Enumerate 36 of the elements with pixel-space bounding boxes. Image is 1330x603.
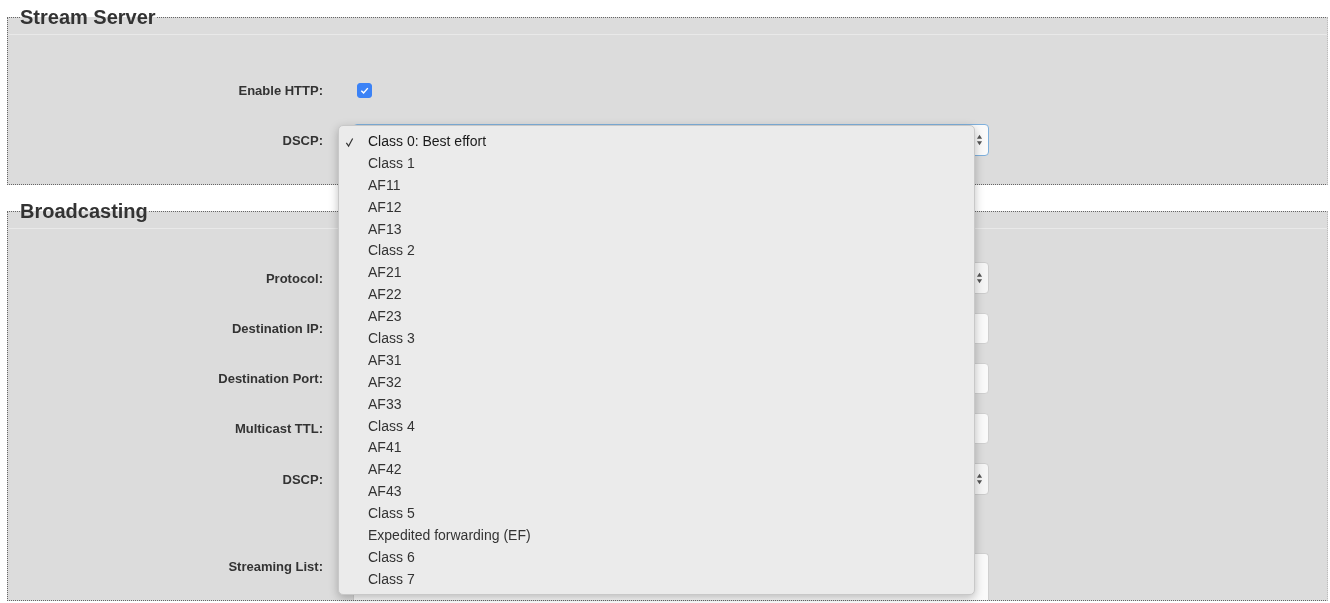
menu-option[interactable]: AF41: [339, 437, 402, 460]
menu-option[interactable]: Class 6: [339, 546, 415, 569]
select-arrows-icon: [976, 473, 983, 485]
menu-option[interactable]: Class 4: [339, 415, 415, 438]
select-arrows-icon: [976, 134, 983, 146]
field-label: Destination Port:: [217, 371, 323, 386]
menu-option[interactable]: Class 1: [339, 152, 415, 175]
field-label: Protocol:: [264, 270, 323, 286]
section-title: Broadcasting: [20, 199, 148, 224]
field-label: Multicast TTL:: [233, 421, 323, 436]
menu-option[interactable]: AF31: [339, 349, 402, 372]
check-icon: [345, 137, 354, 148]
menu-option[interactable]: Expedited forwarding (EF): [339, 525, 531, 547]
field-label: Enable HTTP:: [237, 82, 323, 98]
menu-option[interactable]: AF43: [339, 481, 402, 504]
menu-option[interactable]: Class 7: [339, 568, 415, 591]
menu-option[interactable]: AF32: [339, 371, 402, 394]
menu-option[interactable]: AF22: [339, 284, 402, 307]
checkbox[interactable]: [357, 82, 372, 98]
menu-option[interactable]: AF13: [339, 218, 402, 241]
menu-option[interactable]: AF23: [339, 306, 402, 328]
menu-option[interactable]: Class 5: [339, 503, 415, 526]
menu-option[interactable]: AF21: [339, 262, 402, 285]
field-label: Destination IP:: [231, 321, 323, 336]
menu-option[interactable]: AF11: [339, 174, 401, 197]
select-arrows-icon: [976, 272, 983, 284]
menu-option[interactable]: Class 0: Best effort: [339, 131, 486, 153]
menu-option[interactable]: Class 3: [339, 328, 415, 350]
section-title: Stream Server: [20, 5, 156, 30]
field-label: DSCP:: [281, 132, 323, 148]
menu-option[interactable]: AF33: [339, 393, 402, 416]
menu-option[interactable]: Class 2: [339, 240, 415, 263]
menu-option[interactable]: AF42: [339, 459, 402, 482]
field-label: DSCP:: [281, 471, 323, 487]
menu-option[interactable]: AF12: [339, 196, 402, 219]
field-label: Streaming List:: [227, 558, 323, 574]
